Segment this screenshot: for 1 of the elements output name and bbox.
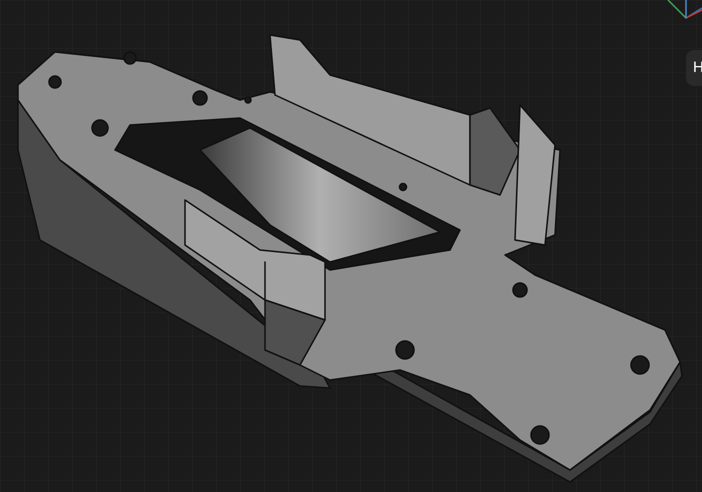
view-cube-drawing [667,0,702,19]
